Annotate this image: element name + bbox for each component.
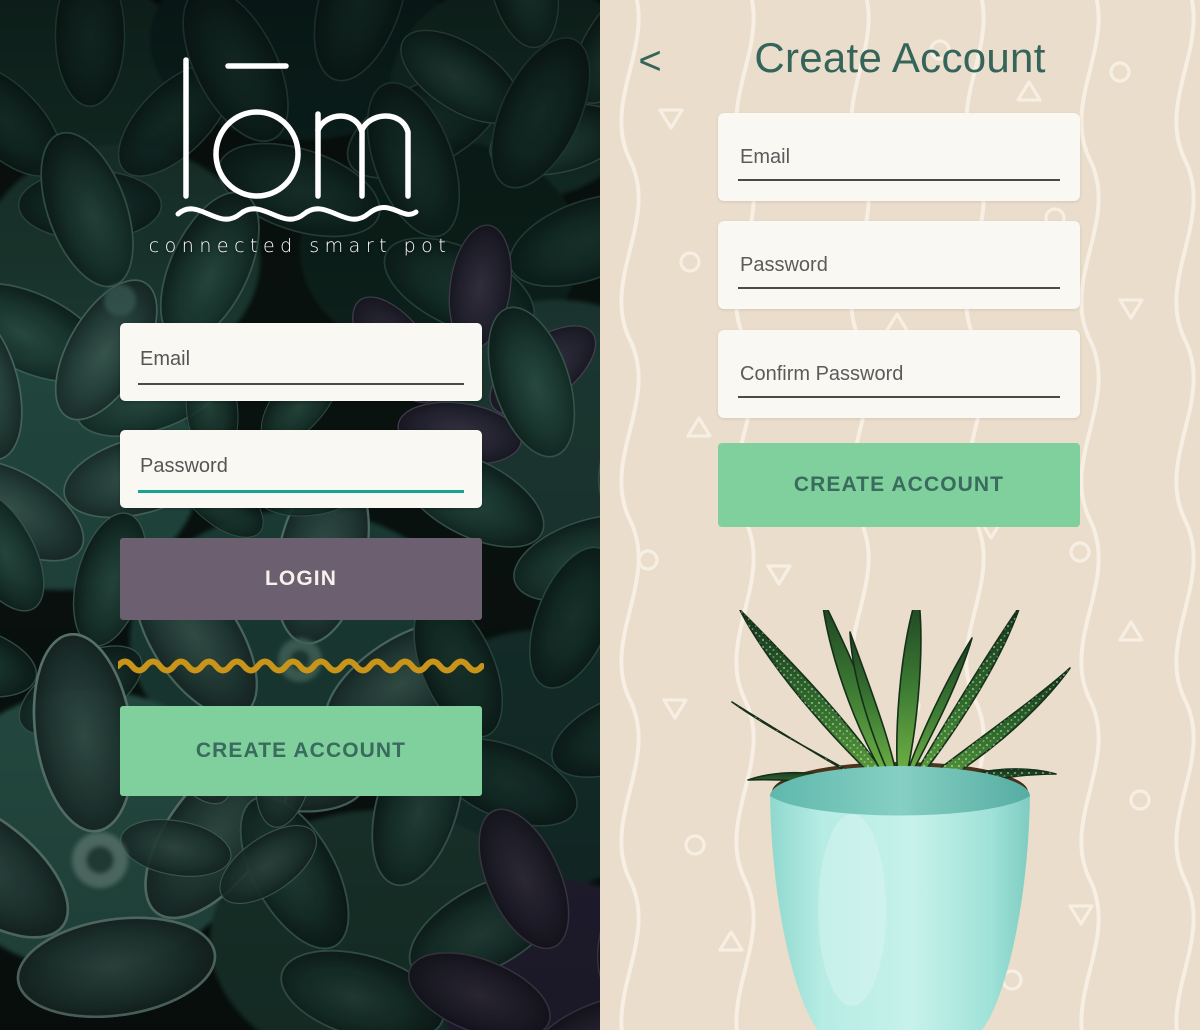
brand-tagline: connected smart pot xyxy=(148,235,452,257)
brand-logotype-lom xyxy=(150,44,450,224)
create-account-submit-button[interactable]: CREATE ACCOUNT xyxy=(718,443,1080,527)
login-password-underline-focused xyxy=(138,490,464,493)
page-title: Create Account xyxy=(754,34,1046,81)
create-account-screen: < Create Account Email Password Confirm … xyxy=(600,0,1200,1030)
login-email-field[interactable]: Email xyxy=(120,323,482,401)
app-screenshot: connected smart pot Email Password LOGIN xyxy=(0,0,1200,1030)
gold-wave-divider xyxy=(118,652,484,678)
login-button[interactable]: LOGIN xyxy=(120,538,482,620)
login-password-label: Password xyxy=(140,455,228,477)
create-password-underline xyxy=(738,287,1060,289)
login-screen: connected smart pot Email Password LOGIN xyxy=(0,0,600,1030)
create-confirm-password-underline xyxy=(738,396,1060,398)
create-email-field[interactable]: Email xyxy=(718,113,1080,201)
create-password-label: Password xyxy=(740,254,828,276)
login-create-account-button[interactable]: CREATE ACCOUNT xyxy=(120,706,482,796)
create-password-field[interactable]: Password xyxy=(718,221,1080,309)
create-email-underline xyxy=(738,179,1060,181)
create-confirm-password-label: Confirm Password xyxy=(740,363,904,385)
login-email-label: Email xyxy=(140,348,191,370)
brand-logo: connected smart pot xyxy=(0,44,600,257)
login-email-underline xyxy=(138,383,464,385)
login-password-field[interactable]: Password xyxy=(120,430,482,508)
create-confirm-password-field[interactable]: Confirm Password xyxy=(718,330,1080,418)
create-email-label: Email xyxy=(740,146,791,168)
